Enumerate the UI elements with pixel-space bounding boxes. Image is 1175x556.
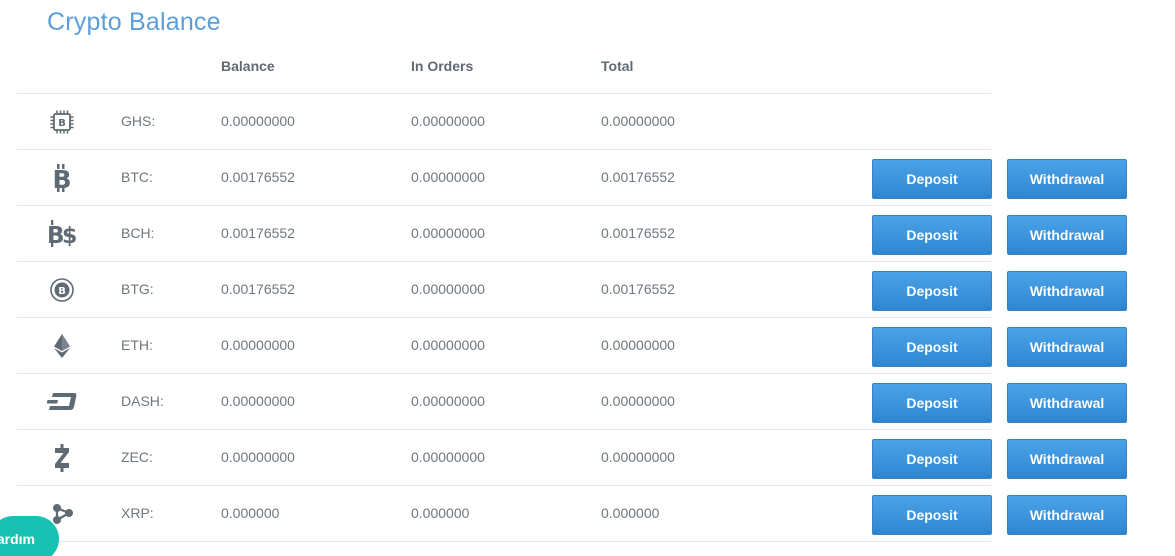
zcash-icon [45,430,79,485]
total-column-header: Total [601,58,634,74]
balance-value: 0.00176552 [221,281,295,297]
table-row: B GHS: 0.00000000 0.00000000 0.00000000 [17,94,991,150]
in-orders-value: 0.000000 [411,505,470,521]
bitcoin-cash-icon: B $ [45,206,79,261]
balance-table: Balance In Orders Total B GHS: 0.0000000… [17,38,1127,542]
currency-symbol: BTC: [121,169,153,185]
eth-deposit-button[interactable]: Deposit [872,327,992,367]
balance-value: 0.00176552 [221,225,295,241]
currency-symbol: ETH: [121,337,153,353]
currency-symbol: GHS: [121,113,156,129]
svg-text:B: B [58,286,66,297]
ghs-chip-icon: B [45,94,79,149]
xrp-withdrawal-button[interactable]: Withdrawal [1007,495,1127,535]
btc-withdrawal-button[interactable]: Withdrawal [1007,159,1127,199]
balance-column-header: Balance [221,58,275,74]
total-value: 0.00176552 [601,169,675,185]
total-value: 0.00176552 [601,281,675,297]
total-value: 0.00000000 [601,337,675,353]
btg-deposit-button[interactable]: Deposit [872,271,992,311]
zec-withdrawal-button[interactable]: Withdrawal [1007,439,1127,479]
bch-withdrawal-button[interactable]: Withdrawal [1007,215,1127,255]
zec-deposit-button[interactable]: Deposit [872,439,992,479]
dash-icon [45,374,79,429]
balance-value: 0.00000000 [221,113,295,129]
xrp-deposit-button[interactable]: Deposit [872,495,992,535]
in-orders-value: 0.00000000 [411,169,485,185]
currency-symbol: DASH: [121,393,164,409]
table-row: XRP: 0.000000 0.000000 0.000000 Deposit … [17,486,1127,542]
total-value: 0.00000000 [601,113,675,129]
table-row: B BTG: 0.00176552 0.00000000 0.00176552 … [17,262,1127,318]
table-row: B BTC: 0.00176552 0.00000000 0.00176552 … [17,150,1127,206]
table-row: B $ BCH: 0.00176552 0.00000000 0.0017655… [17,206,1127,262]
currency-symbol: BTG: [121,281,154,297]
crypto-balance-page: Crypto Balance Balance In Orders Total B [0,0,1175,556]
help-chat-button[interactable]: ardım [0,516,59,556]
btc-deposit-button[interactable]: Deposit [872,159,992,199]
svg-text:$: $ [62,224,77,249]
total-value: 0.00000000 [601,393,675,409]
in-orders-value: 0.00000000 [411,337,485,353]
balance-value: 0.000000 [221,505,280,521]
balance-value: 0.00000000 [221,393,295,409]
total-value: 0.00000000 [601,449,675,465]
table-row: DASH: 0.00000000 0.00000000 0.00000000 D… [17,374,1127,430]
page-title: Crypto Balance [47,8,221,36]
currency-symbol: BCH: [121,225,155,241]
in-orders-value: 0.00000000 [411,449,485,465]
in-orders-column-header: In Orders [411,58,474,74]
total-value: 0.000000 [601,505,660,521]
balance-value: 0.00000000 [221,449,295,465]
in-orders-value: 0.00000000 [411,225,485,241]
dash-withdrawal-button[interactable]: Withdrawal [1007,383,1127,423]
table-header: Balance In Orders Total [17,38,991,94]
in-orders-value: 0.00000000 [411,393,485,409]
bitcoin-icon: B [45,150,79,205]
eth-withdrawal-button[interactable]: Withdrawal [1007,327,1127,367]
bch-deposit-button[interactable]: Deposit [872,215,992,255]
in-orders-value: 0.00000000 [411,281,485,297]
svg-text:B: B [58,118,66,129]
table-row: ZEC: 0.00000000 0.00000000 0.00000000 De… [17,430,1127,486]
table-row: ETH: 0.00000000 0.00000000 0.00000000 De… [17,318,1127,374]
balance-value: 0.00176552 [221,169,295,185]
currency-symbol: XRP: [121,505,154,521]
bitcoin-gold-icon: B [45,262,79,317]
total-value: 0.00176552 [601,225,675,241]
balance-value: 0.00000000 [221,337,295,353]
btg-withdrawal-button[interactable]: Withdrawal [1007,271,1127,311]
currency-symbol: ZEC: [121,449,153,465]
dash-deposit-button[interactable]: Deposit [872,383,992,423]
ethereum-icon [45,318,79,373]
in-orders-value: 0.00000000 [411,113,485,129]
